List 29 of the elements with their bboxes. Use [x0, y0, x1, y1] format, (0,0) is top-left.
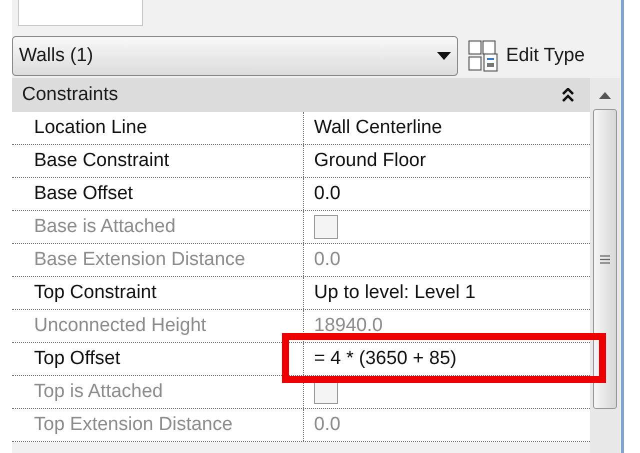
property-value[interactable]: 0.0: [314, 180, 340, 208]
property-label: Top Extension Distance: [12, 409, 304, 441]
collapse-icon[interactable]: [562, 88, 574, 102]
property-label: Base Extension Distance: [12, 244, 304, 276]
property-label: Location Line: [12, 112, 304, 144]
property-value: 0.0: [314, 248, 340, 272]
scroll-up-icon[interactable]: [599, 92, 611, 99]
scrollbar-thumb[interactable]: [593, 109, 617, 409]
property-value[interactable]: Wall Centerline: [314, 114, 442, 142]
property-label: Base is Attached: [12, 211, 304, 243]
property-value[interactable]: Ground Floor: [314, 146, 426, 176]
property-label: Top Offset: [12, 343, 304, 375]
caret-icon: [437, 52, 451, 60]
edit-type-button[interactable]: Edit Type: [468, 40, 585, 72]
grip-icon: [600, 254, 610, 264]
property-label: Top Constraint: [12, 277, 304, 309]
group-header[interactable]: Constraints: [12, 78, 590, 112]
type-selector-dropdown[interactable]: Walls (1): [12, 36, 458, 76]
property-label: Base Constraint: [12, 145, 304, 177]
property-label: Base Offset: [12, 178, 304, 210]
property-label: Top is Attached: [12, 376, 304, 408]
property-value[interactable]: = 4 * (3650 + 85): [314, 344, 457, 374]
property-value: 18940.0: [314, 314, 383, 338]
edit-type-icon: [468, 40, 498, 72]
group-title: Constraints: [22, 82, 118, 107]
property-value: 0.0: [314, 412, 340, 437]
scrollbar[interactable]: [590, 78, 620, 453]
property-label: Unconnected Height: [12, 310, 304, 342]
property-value[interactable]: Up to level: Level 1: [314, 278, 476, 308]
